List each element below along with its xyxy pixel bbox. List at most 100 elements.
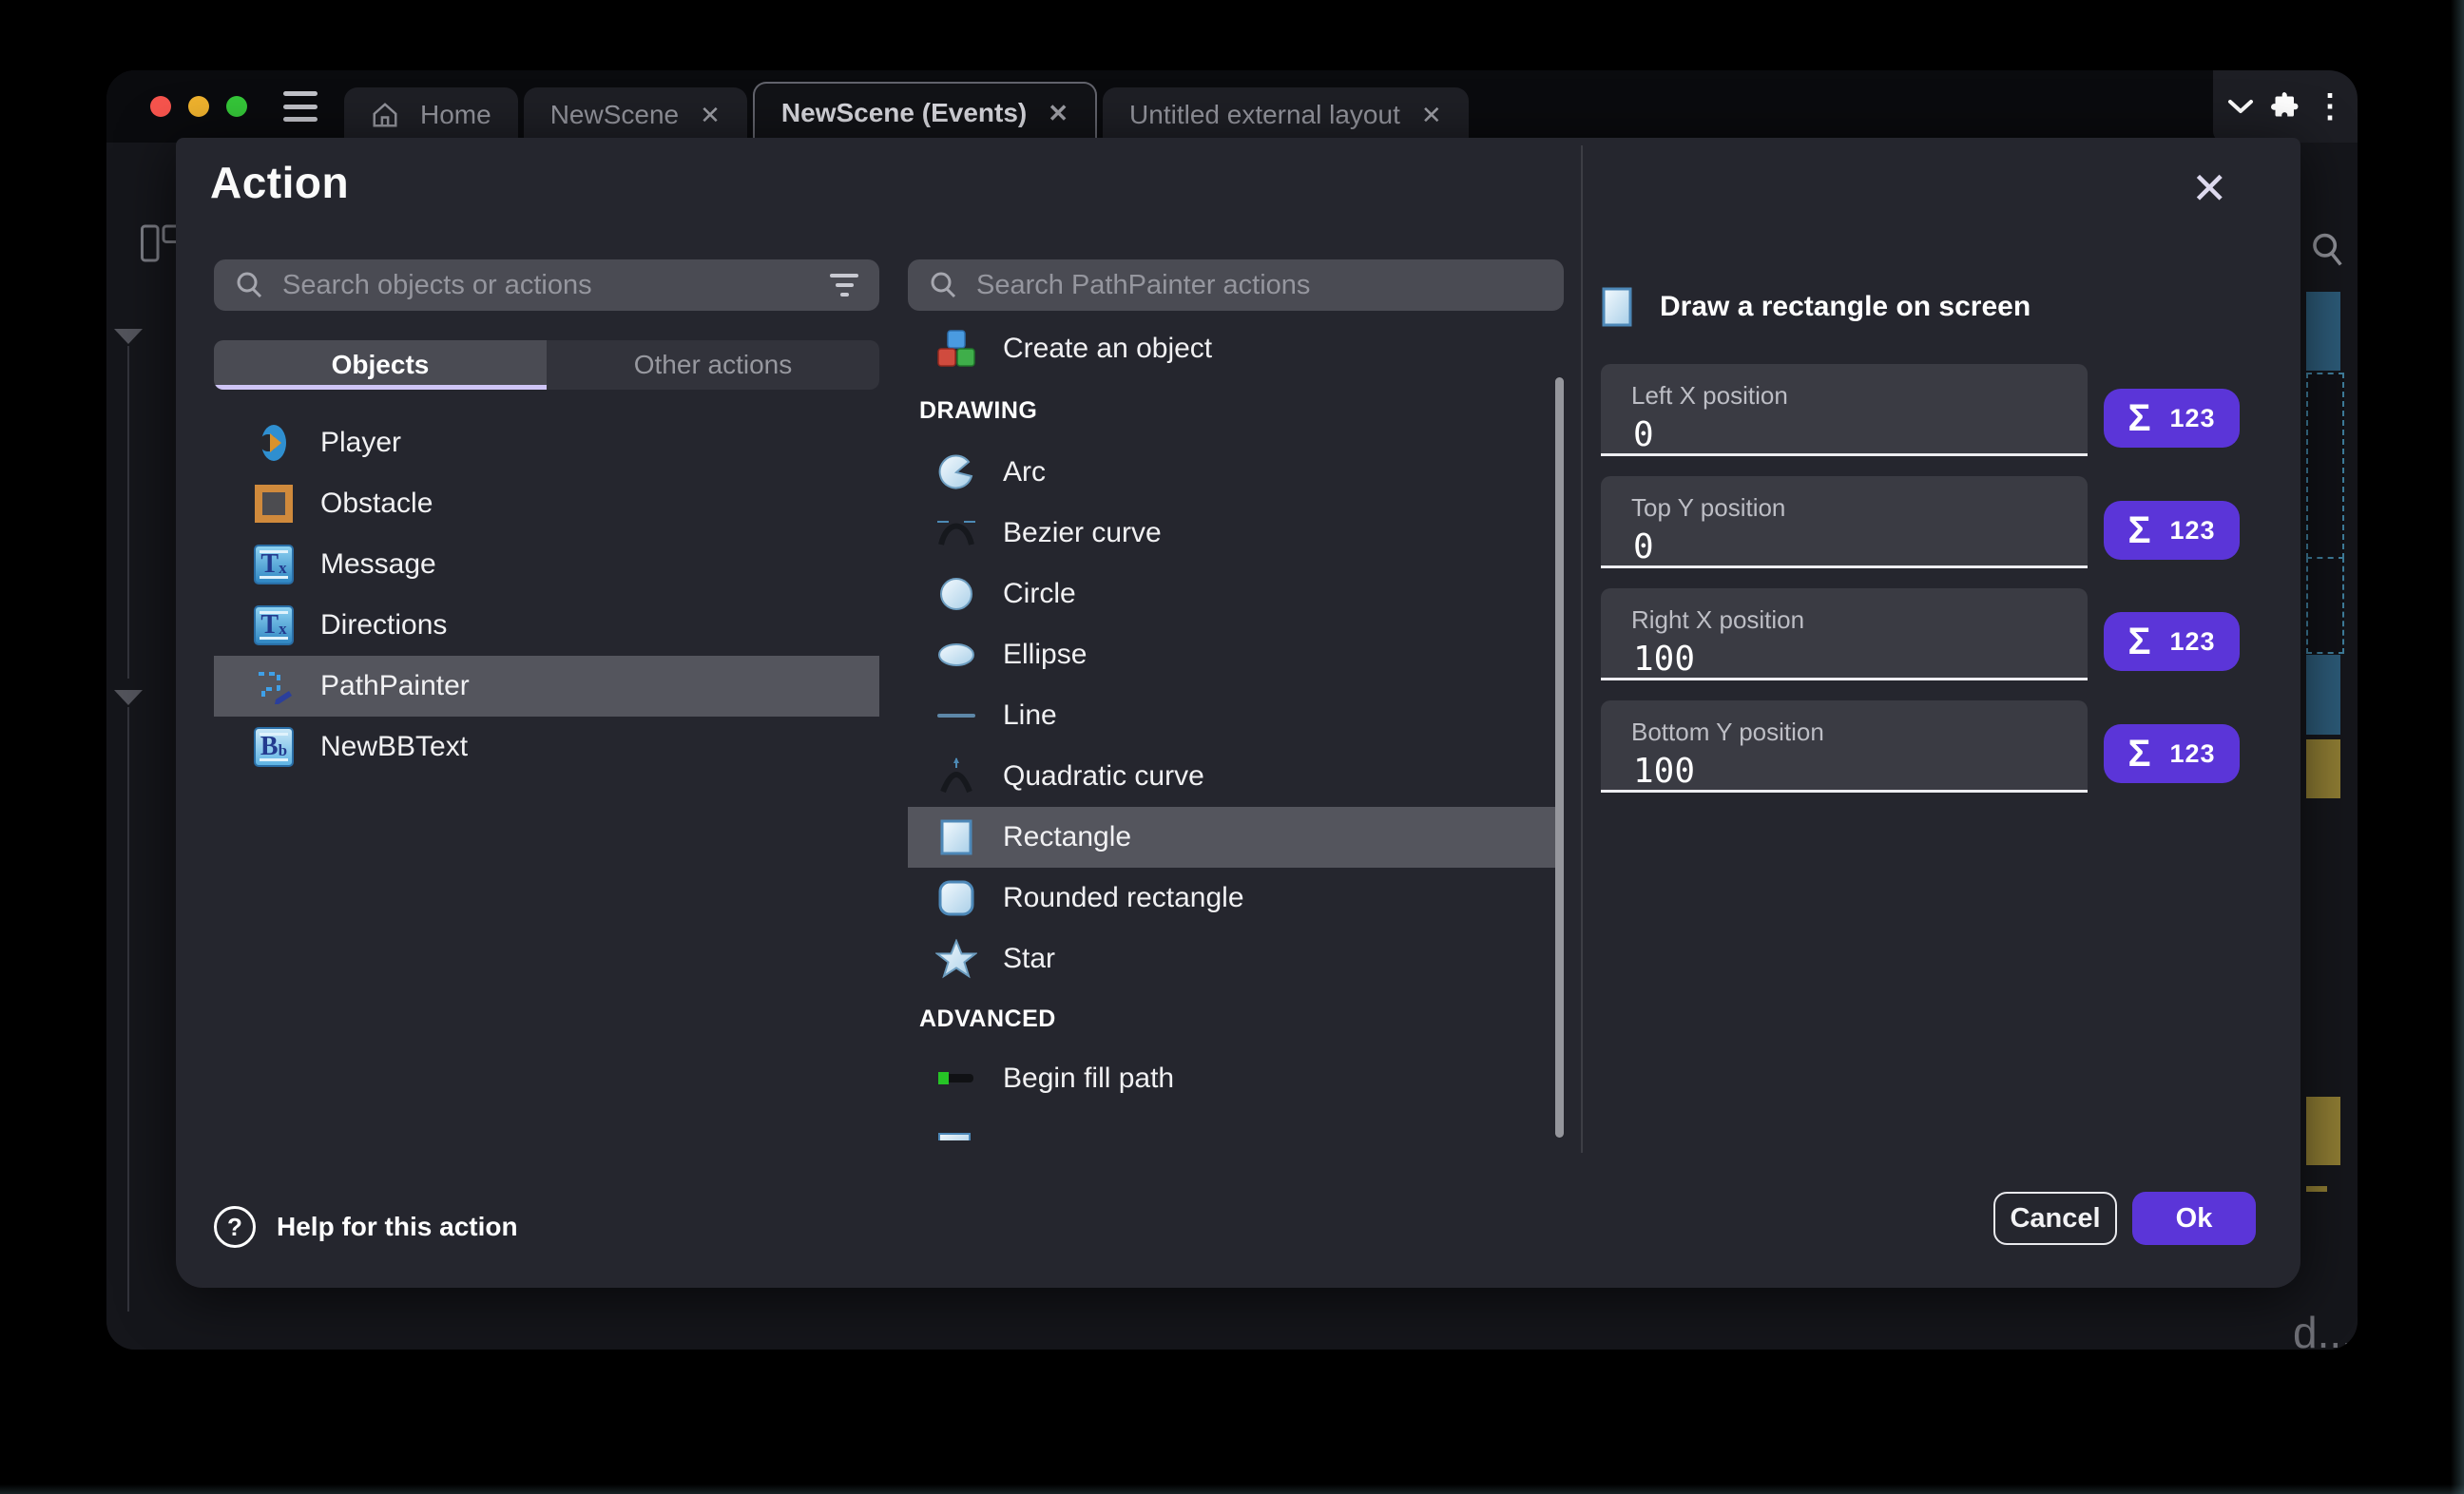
action-row-star[interactable]: Star bbox=[908, 929, 1564, 989]
field-bottom-y-position[interactable]: Bottom Y position bbox=[1601, 700, 2088, 793]
rounded-rectangle-icon bbox=[934, 876, 978, 920]
text-object-icon: Tx bbox=[252, 603, 296, 647]
actions-scrollbar[interactable] bbox=[1555, 377, 1564, 1138]
action-label: Arc bbox=[1003, 456, 1046, 488]
action-label: Rounded rectangle bbox=[1003, 882, 1244, 914]
panel-divider bbox=[1581, 145, 1583, 1153]
objects-search[interactable] bbox=[214, 259, 879, 311]
filter-icon[interactable] bbox=[830, 274, 858, 297]
right-x-position-input[interactable] bbox=[1631, 639, 2053, 680]
action-row-rounded-rectangle[interactable]: Rounded rectangle bbox=[908, 868, 1564, 929]
close-window-button[interactable] bbox=[150, 96, 171, 117]
field-label: Left X position bbox=[1601, 364, 2088, 411]
truncated-event-text: d... bbox=[2293, 1307, 2354, 1350]
field-left-x-position[interactable]: Left X position bbox=[1601, 364, 2088, 456]
sigma-icon: Σ bbox=[2127, 733, 2150, 776]
minimize-window-button[interactable] bbox=[188, 96, 209, 117]
action-label: Ellipse bbox=[1003, 639, 1087, 671]
actions-search-input[interactable] bbox=[974, 269, 1543, 302]
cancel-button[interactable]: Cancel bbox=[1993, 1192, 2117, 1245]
action-label: Circle bbox=[1003, 578, 1076, 610]
object-row-directions[interactable]: Tx Directions bbox=[214, 595, 879, 656]
action-dialog: Action ✕ Objects Other actions bbox=[176, 138, 2300, 1288]
event-block bbox=[2306, 655, 2340, 735]
events-search-icon[interactable] bbox=[2310, 232, 2344, 268]
help-for-action-link[interactable]: ? Help for this action bbox=[214, 1206, 518, 1248]
arc-icon bbox=[934, 450, 978, 494]
objects-search-input[interactable] bbox=[280, 269, 813, 302]
tree-guide-line bbox=[127, 346, 129, 679]
panels-layout-icon[interactable] bbox=[141, 224, 181, 262]
action-row-quadratic-curve[interactable]: Quadratic curve bbox=[908, 746, 1564, 807]
tab-label: Untitled external layout bbox=[1129, 100, 1400, 130]
action-row-create-object[interactable]: Create an object bbox=[908, 318, 1564, 379]
tab-newscene-events[interactable]: NewScene (Events) ✕ bbox=[753, 82, 1097, 143]
bottom-y-position-input[interactable] bbox=[1631, 751, 2053, 792]
kebab-menu-icon[interactable]: ⋮ bbox=[2314, 102, 2346, 111]
home-icon bbox=[371, 101, 399, 129]
object-row-message[interactable]: Tx Message bbox=[214, 534, 879, 595]
object-list: Player Obstacle Tx Message Tx Directions bbox=[214, 412, 879, 777]
event-block-selected bbox=[2306, 373, 2344, 559]
action-label: Rectangle bbox=[1003, 821, 1131, 853]
bbtext-object-icon: Bb bbox=[252, 725, 296, 769]
field-top-y-position[interactable]: Top Y position bbox=[1601, 476, 2088, 568]
tab-close-icon[interactable]: ✕ bbox=[1048, 99, 1068, 128]
selected-action-header: Draw a rectangle on screen bbox=[1601, 280, 2277, 334]
action-row-clipped[interactable] bbox=[908, 1109, 1564, 1140]
titlebar-tools: ⋮ bbox=[2213, 70, 2358, 143]
tab-untitled-external-layout[interactable]: Untitled external layout ✕ bbox=[1103, 87, 1469, 143]
tab-home[interactable]: Home bbox=[344, 87, 518, 143]
search-icon bbox=[235, 271, 263, 299]
dialog-close-icon[interactable]: ✕ bbox=[2191, 166, 2228, 210]
circle-icon bbox=[934, 572, 978, 616]
tab-label: NewScene bbox=[550, 100, 679, 130]
sigma-icon: Σ bbox=[2127, 509, 2150, 552]
event-block bbox=[2306, 1097, 2340, 1165]
action-row-line[interactable]: Line bbox=[908, 685, 1564, 746]
action-row-circle[interactable]: Circle bbox=[908, 564, 1564, 624]
expression-editor-button[interactable]: Σ 123 bbox=[2104, 612, 2240, 671]
object-row-obstacle[interactable]: Obstacle bbox=[214, 473, 879, 534]
field-right-x-position[interactable]: Right X position bbox=[1601, 588, 2088, 680]
obstacle-icon bbox=[252, 482, 296, 526]
search-icon bbox=[929, 271, 957, 299]
left-x-position-input[interactable] bbox=[1631, 414, 2053, 455]
action-row-rectangle[interactable]: Rectangle bbox=[908, 807, 1564, 868]
action-row-arc[interactable]: Arc bbox=[908, 442, 1564, 503]
tab-close-icon[interactable]: ✕ bbox=[700, 101, 721, 130]
menu-icon[interactable] bbox=[283, 91, 318, 122]
action-row-begin-fill-path[interactable]: Begin fill path bbox=[908, 1048, 1564, 1109]
quadratic-curve-icon bbox=[934, 755, 978, 798]
top-y-position-input[interactable] bbox=[1631, 527, 2053, 567]
action-row-ellipse[interactable]: Ellipse bbox=[908, 624, 1564, 685]
event-block bbox=[2306, 1186, 2327, 1192]
action-row-bezier-curve[interactable]: Bezier curve bbox=[908, 503, 1564, 564]
object-row-pathpainter[interactable]: PathPainter bbox=[214, 656, 879, 717]
tab-objects[interactable]: Objects bbox=[214, 340, 547, 390]
help-icon: ? bbox=[214, 1206, 256, 1248]
ok-button[interactable]: Ok bbox=[2132, 1192, 2256, 1245]
tab-bar: Home NewScene ✕ NewScene (Events) ✕ Unti… bbox=[344, 70, 1469, 143]
object-row-newbbtext[interactable]: Bb NewBBText bbox=[214, 717, 879, 777]
text-object-icon: Tx bbox=[252, 543, 296, 586]
tab-close-icon[interactable]: ✕ bbox=[1421, 101, 1442, 130]
selected-action-title: Draw a rectangle on screen bbox=[1660, 291, 2031, 323]
begin-fill-path-icon bbox=[934, 1057, 978, 1101]
object-row-player[interactable]: Player bbox=[214, 412, 879, 473]
tab-newscene[interactable]: NewScene ✕ bbox=[524, 87, 747, 143]
tree-guide-line bbox=[127, 707, 129, 1312]
expression-editor-button[interactable]: Σ 123 bbox=[2104, 724, 2240, 783]
extensions-puzzle-icon[interactable] bbox=[2268, 89, 2302, 124]
rectangle-icon bbox=[934, 815, 978, 859]
collapse-arrow-icon[interactable] bbox=[114, 690, 143, 705]
maximize-window-button[interactable] bbox=[226, 96, 247, 117]
expression-editor-button[interactable]: Σ 123 bbox=[2104, 389, 2240, 448]
chevron-down-icon[interactable] bbox=[2224, 96, 2257, 117]
player-icon bbox=[252, 421, 296, 465]
collapse-arrow-icon[interactable] bbox=[114, 329, 143, 344]
tab-other-actions[interactable]: Other actions bbox=[547, 340, 879, 390]
expression-editor-button[interactable]: Σ 123 bbox=[2104, 501, 2240, 560]
event-block-selected bbox=[2306, 557, 2344, 654]
actions-search[interactable] bbox=[908, 259, 1564, 311]
